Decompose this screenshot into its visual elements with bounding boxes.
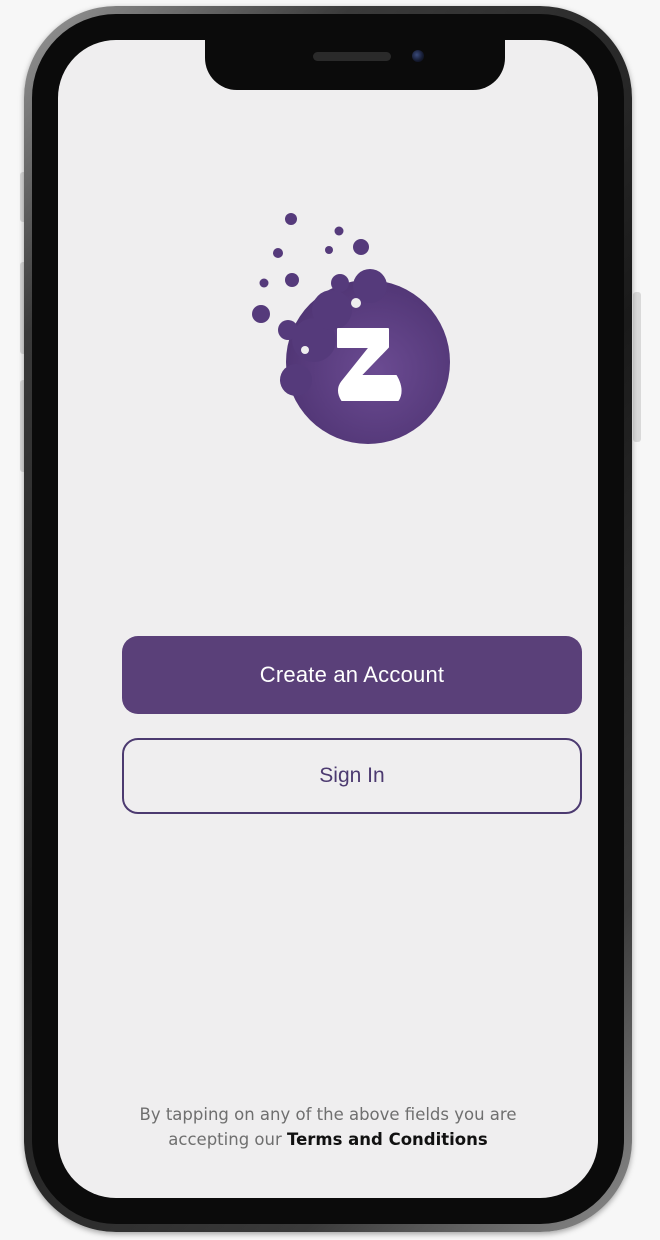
power-button [633, 292, 641, 442]
terms-notice-line-1: By tapping on any of the above fields yo… [139, 1105, 517, 1124]
notch [205, 40, 505, 90]
create-account-button[interactable]: Create an Account [122, 636, 582, 714]
speaker-grille [313, 52, 391, 61]
terms-notice: By tapping on any of the above fields yo… [78, 1102, 578, 1152]
terms-notice-line-2: accepting our Terms and Conditions [78, 1127, 578, 1152]
z-logo-icon [252, 213, 450, 444]
sign-in-button[interactable]: Sign In [122, 738, 582, 814]
device-mockup: Create an Account Sign In By tapping on … [0, 0, 660, 1240]
phone-frame: Create an Account Sign In By tapping on … [24, 6, 632, 1232]
front-camera [412, 50, 424, 62]
app-screen: Create an Account Sign In By tapping on … [58, 40, 598, 1198]
terms-and-conditions-link[interactable]: Terms and Conditions [287, 1130, 488, 1149]
terms-notice-prefix: accepting our [168, 1130, 282, 1149]
